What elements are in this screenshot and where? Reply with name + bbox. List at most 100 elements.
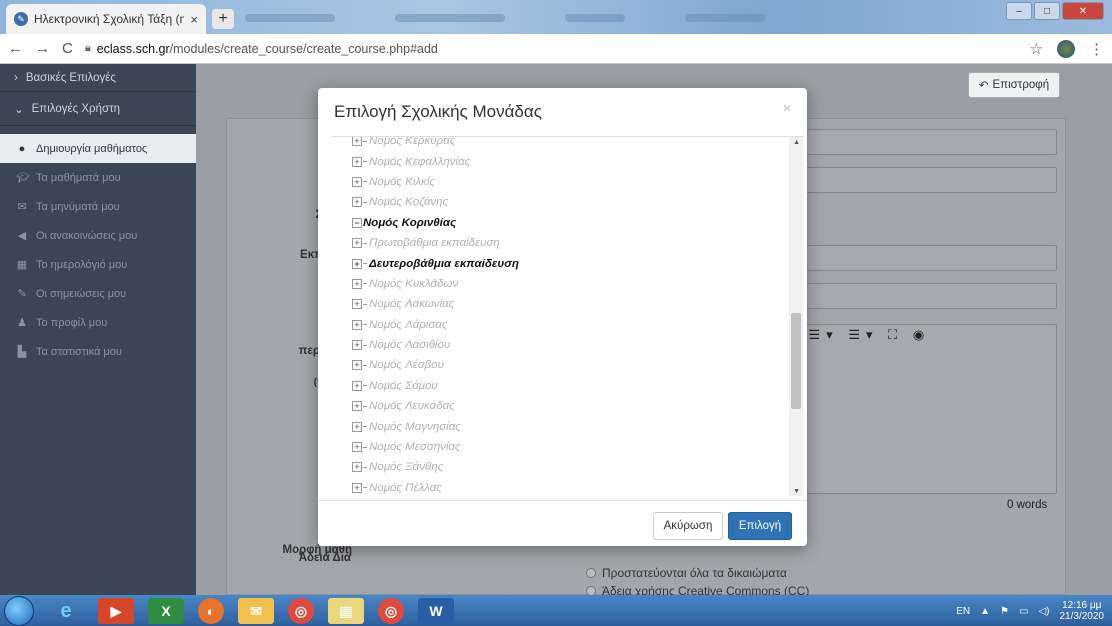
menu-icon[interactable]: ⋮ — [1089, 40, 1104, 58]
tree-node[interactable]: + Νομός Λασιθίου — [332, 335, 792, 355]
tray-arrow-icon[interactable]: ▲ — [980, 606, 990, 617]
teacher-input[interactable] — [767, 245, 1057, 271]
tree-node[interactable]: + Νομός Κεφαλληνίας — [332, 151, 792, 171]
expand-icon[interactable]: + — [352, 176, 362, 187]
expand-icon[interactable]: + — [352, 197, 362, 208]
language-select[interactable] — [767, 283, 1057, 309]
explorer-icon[interactable]: ▤ — [328, 598, 364, 624]
tree-child-node[interactable]: + Δευτεροβάθμια εκπαίδευση — [332, 253, 792, 273]
expand-icon[interactable]: + — [352, 442, 362, 453]
browser-tab[interactable]: ✎ Ηλεκτρονική Σχολική Τάξη (η-Τά × — [6, 4, 206, 34]
radio-button[interactable] — [586, 568, 596, 578]
chrome-icon[interactable]: ◎ — [378, 598, 404, 624]
window-close-icon[interactable]: ✕ — [1062, 2, 1104, 20]
preview-icon[interactable]: ◉ — [913, 327, 930, 342]
tree-node[interactable]: + Νομός Λακωνίας — [332, 294, 792, 314]
sidebar-item-create-course[interactable]: ● Δημιουργία μαθήματος — [0, 134, 196, 163]
start-button[interactable] — [4, 596, 34, 626]
expand-icon[interactable]: + — [352, 319, 362, 330]
reload-icon[interactable]: C — [62, 40, 73, 57]
tree-node[interactable]: + Νομός Λάρισας — [332, 315, 792, 335]
minimize-icon[interactable]: – — [1006, 2, 1032, 20]
tree-node[interactable]: + Νομός Λευκάδας — [332, 396, 792, 416]
description-editor[interactable] — [767, 324, 1057, 494]
back-arrow-icon[interactable]: ← — [8, 40, 23, 57]
extension-icon[interactable] — [1057, 39, 1075, 58]
excel-icon[interactable]: X — [148, 598, 184, 624]
school-unit-modal: Επιλογή Σχολικής Μονάδας × + Νομός Κέρκυρ… — [318, 88, 807, 546]
expand-icon[interactable]: + — [352, 137, 362, 147]
star-icon[interactable]: ☆ — [1030, 40, 1043, 58]
tree-scrollbar[interactable]: ▲ ▼ — [789, 137, 803, 496]
expand-icon[interactable]: + — [352, 401, 362, 412]
tree-node-label: Νομός Λάρισας — [369, 318, 448, 331]
fullscreen-icon[interactable]: ⛶ — [888, 327, 903, 342]
expand-icon[interactable]: + — [352, 360, 362, 371]
title-input[interactable] — [767, 129, 1057, 155]
sidebar-item-my-courses[interactable]: 🎓︎ Τα μαθήματά μου — [0, 163, 196, 192]
tree-node[interactable]: + Νομός Λέσβου — [332, 355, 792, 375]
maximize-icon[interactable]: □ — [1034, 2, 1060, 20]
url-field[interactable]: 🔒︎ eclass.sch.gr/modules/create_course/c… — [85, 42, 1018, 56]
sidebar-user-options[interactable]: ⌄ Επιλογές Χρήστη — [0, 92, 196, 126]
new-tab-button[interactable]: + — [212, 9, 234, 29]
expand-icon[interactable]: + — [352, 421, 362, 432]
expand-icon[interactable]: + — [352, 380, 362, 391]
tree-node[interactable]: + Νομός Ξάνθης — [332, 457, 792, 477]
sidebar-item-notes[interactable]: ✎ Οι σημειώσεις μου — [0, 279, 196, 308]
tree-node[interactable]: + Νομός Σάμου — [332, 376, 792, 396]
back-button[interactable]: ↶ Επιστροφή — [968, 72, 1060, 98]
license-option-reserved[interactable]: Προστατεύονται όλα τα δικαιώματα — [586, 566, 787, 580]
tree-node[interactable]: − Νομός Κορινθίας — [332, 213, 792, 233]
expand-icon[interactable]: + — [352, 238, 362, 249]
forward-arrow-icon[interactable]: → — [35, 40, 50, 57]
sidebar-item-calendar[interactable]: ▦ Το ημερολόγιό μου — [0, 250, 196, 279]
expand-icon[interactable]: + — [352, 482, 362, 493]
media-player-icon[interactable]: ▶ — [98, 598, 134, 624]
tab-close-icon[interactable]: × — [190, 12, 198, 27]
modal-close-icon[interactable]: × — [783, 100, 791, 116]
sidebar-item-profile[interactable]: ♟ Το προφίλ μου — [0, 308, 196, 337]
tree-child-node[interactable]: + Πρωτοβάθμια εκπαίδευση — [332, 233, 792, 253]
tree-node[interactable]: + Νομός Κιλκίς — [332, 172, 792, 192]
chevron-down-icon: ⌄ — [14, 103, 24, 116]
sidebar-item-statistics[interactable]: ▙ Τα στατιστικά μου — [0, 337, 196, 366]
collapse-icon[interactable]: − — [352, 217, 362, 228]
expand-icon[interactable]: + — [352, 258, 362, 269]
tree-list: + Νομός Κέρκυρας + Νομός Κεφαλληνίας + Νομός … — [332, 137, 792, 496]
expand-icon[interactable]: + — [352, 462, 362, 473]
network-icon[interactable]: ▭ — [1019, 606, 1028, 617]
cancel-button[interactable]: Ακύρωση — [653, 512, 723, 540]
scroll-down-icon[interactable]: ▼ — [793, 488, 800, 495]
tree-node[interactable]: + Νομός Κοζάνης — [332, 192, 792, 212]
sidebar-basic-options[interactable]: › Βασικές Επιλογές — [0, 64, 196, 92]
firefox-icon[interactable]: ◐ — [198, 598, 224, 624]
volume-icon[interactable]: ◁) — [1038, 606, 1049, 617]
clock[interactable]: 12:16 μμ 21/3/2020 — [1060, 600, 1105, 622]
scroll-thumb[interactable] — [791, 313, 801, 409]
tree-node[interactable]: + Νομός Κέρκυρας — [332, 137, 792, 151]
word-icon[interactable]: W — [418, 598, 454, 624]
language-indicator[interactable]: EN — [956, 606, 970, 617]
expand-icon[interactable]: + — [352, 278, 362, 289]
tree-node[interactable]: + Νομός Κυκλάδων — [332, 274, 792, 294]
tree-node[interactable]: + Νομός Μαγνησίας — [332, 416, 792, 436]
lock-icon: 🔒︎ — [84, 42, 91, 54]
expand-icon[interactable]: + — [352, 299, 362, 310]
tree-node[interactable]: + Νομός Πέλλας — [332, 478, 792, 496]
tree-node-label: Νομός Μαγνησίας — [369, 420, 461, 433]
flag-icon[interactable]: ⚑ — [1000, 606, 1009, 617]
code-input[interactable] — [767, 167, 1057, 193]
tree-node[interactable]: + Νομός Μεσσηνίας — [332, 437, 792, 457]
numbered-list-icon[interactable]: ☰▾ — [848, 327, 878, 342]
outlook-icon[interactable]: ✉ — [238, 598, 274, 624]
expand-icon[interactable]: + — [352, 156, 362, 167]
sidebar-item-messages[interactable]: ✉ Τα μηνύματά μου — [0, 192, 196, 221]
expand-icon[interactable]: + — [352, 340, 362, 351]
chrome-icon[interactable]: ◎ — [288, 598, 314, 624]
select-button[interactable]: Επιλογή — [728, 512, 792, 540]
bullet-list-icon[interactable]: ☰▾ — [809, 327, 839, 342]
internet-explorer-icon[interactable]: e — [48, 598, 84, 624]
sidebar-item-announcements[interactable]: ◀ Οι ανακοινώσεις μου — [0, 221, 196, 250]
scroll-up-icon[interactable]: ▲ — [793, 139, 800, 146]
